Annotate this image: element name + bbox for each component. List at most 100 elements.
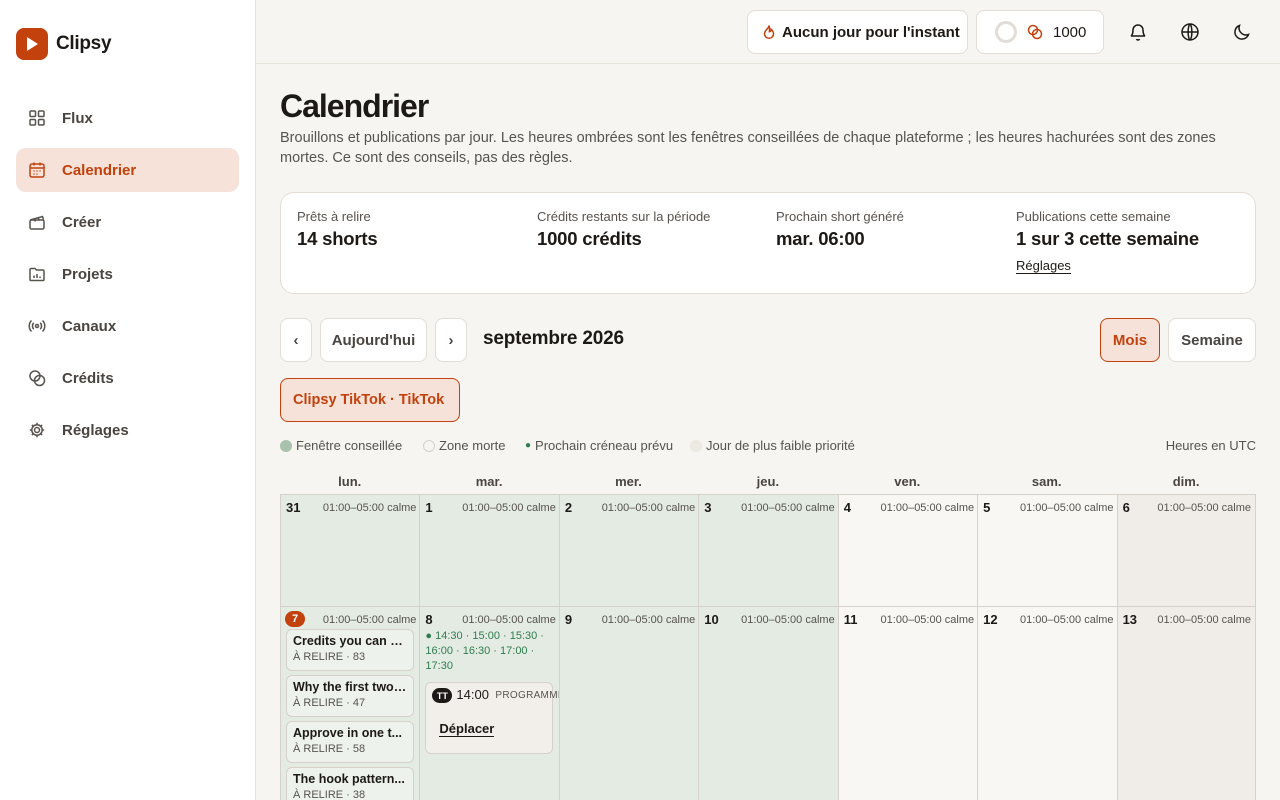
sidebar-item-label: Flux [62,109,93,127]
current-month-label: septembre 2026 [483,328,624,349]
view-month-button[interactable]: Mois [1100,318,1160,362]
stat-label: Prêts à relire [297,209,371,224]
calendar-day-cell[interactable]: 2 01:00–05:00 calme [558,495,700,607]
day-number: 2 [564,500,573,515]
day-number: 12 [983,612,998,627]
weekday-label: mar. [475,474,503,489]
prev-month-button[interactable]: ‹ [280,318,312,362]
scheduled-time: 14:00 [456,687,489,702]
tiktok-badge-icon: TT [432,688,453,703]
sidebar-item-flux[interactable]: Flux [16,96,239,140]
stat-label: Publications cette semaine [1016,209,1171,224]
today-button[interactable]: Aujourd'hui [320,318,427,362]
calm-hours-label: 01:00–05:00 calme [1157,502,1251,514]
gear-icon [29,422,45,438]
calendar-day-cell[interactable]: 9 01:00–05:00 calme [558,607,700,800]
sidebar-item-label: Crédits [62,369,114,387]
calendar-day-cell[interactable]: 11 01:00–05:00 calme [837,607,979,800]
calm-hours-label: 01:00–05:00 calme [1019,502,1114,514]
grid-icon [29,110,45,126]
day-number: 31 [286,500,301,515]
bell-icon [1130,24,1146,41]
language-button[interactable] [1178,20,1202,44]
globe-icon [1181,23,1199,41]
draft-card[interactable]: The hook pattern... À RELIRE · 38 [286,767,414,800]
coins-icon [1027,24,1043,40]
streak-button[interactable]: Aucun jour pour l'instant [747,10,968,54]
day-number: 8 [425,612,433,627]
next-month-button[interactable]: › [435,318,467,362]
weekday-label: sam. [1031,474,1062,489]
calm-hours-label: 01:00–05:00 calme [601,614,696,626]
calendar-day-cell[interactable]: 31 01:00–05:00 calme [280,495,421,607]
flame-icon [763,25,775,40]
legend-dead-zone: Zone morte [423,438,505,453]
sidebar-item-calendrier[interactable]: Calendrier [16,148,239,192]
day-number: 3 [704,500,712,515]
calendar-day-cell[interactable]: 12 01:00–05:00 calme [977,607,1118,800]
settings-link[interactable]: Réglages [1016,258,1071,274]
calendar-day-cell[interactable]: 7 01:00–05:00 calme Credits you can s... À … [280,607,421,800]
sidebar-item-creer[interactable]: Créer [16,200,239,244]
draft-meta: À RELIRE · 38 [293,789,366,800]
credits-value: 1000 [1053,23,1087,41]
stat-credits: Crédits restants sur la période 1000 cré… [537,209,710,250]
timezone-label: Heures en UTC [1166,438,1256,453]
stat-value: mar. 06:00 [776,228,865,249]
draft-title: Credits you can s... [293,634,407,648]
scheduled-post-card[interactable]: TT14:00 PROGRAMMÉE Déplacer [425,682,560,754]
stat-value: 14 shorts [297,228,378,249]
play-logo-icon [16,28,48,60]
sidebar-item-reglages[interactable]: Réglages [16,408,239,452]
draft-meta: À RELIRE · 47 [293,697,366,709]
moon-icon [1234,24,1250,40]
calendar-day-cell[interactable]: 8 01:00–05:00 calme ● 14:30 · 15:00 · 15:3… [419,607,560,800]
streak-label: Aucun jour pour l'instant [782,23,960,41]
view-week-button[interactable]: Semaine [1168,318,1256,362]
stat-ready: Prêts à relire 14 shorts [297,209,378,250]
draft-card[interactable]: Why the first two ... À RELIRE · 47 [286,675,414,717]
calendar-day-cell[interactable]: 3 01:00–05:00 calme [698,495,839,607]
draft-card[interactable]: Credits you can s... À RELIRE · 83 [286,629,414,671]
slot-dot-icon: ● [525,440,532,451]
calendar-day-cell[interactable]: 1 01:00–05:00 calme [419,495,560,607]
calendar-day-cell[interactable]: 5 01:00–05:00 calme [977,495,1118,607]
calendar-day-cell[interactable]: 10 01:00–05:00 calme [698,607,839,800]
sidebar-nav: Flux Calendrier Créer Projets Canaux Cré… [16,96,239,460]
calendar-day-cell[interactable]: 4 01:00–05:00 calme [837,495,979,607]
channel-filter-chip[interactable]: Clipsy TikTok · TikTok [280,378,460,422]
sidebar-item-credits[interactable]: Crédits [16,356,239,400]
suggested-slots[interactable]: ● 14:30 · 15:00 · 15:30 · 16:00 · 16:30 … [425,629,553,674]
draft-title: Approve in one t... [293,726,403,740]
move-button[interactable]: Déplacer [439,721,495,737]
draft-card[interactable]: Approve in one t... À RELIRE · 58 [286,721,414,763]
brand-name: Clipsy [56,33,112,54]
sidebar-item-label: Réglages [62,421,129,439]
legend-label: Heures en UTC [1165,438,1256,453]
sidebar-item-label: Calendrier [62,161,137,179]
notifications-button[interactable] [1126,20,1150,44]
legend-label: Fenêtre conseillée [296,438,403,453]
calm-hours-label: 01:00–05:00 calme [462,502,556,514]
sidebar: Clipsy Flux Calendrier Créer Projets Can… [0,0,256,800]
weekday-label: mer. [615,474,642,489]
month-grid: 31 01:00–05:00 calme 1 01:00–05:00 calme 2 01… [280,494,1256,800]
scheduled-status: PROGRAMMÉE [495,690,559,701]
sidebar-item-projets[interactable]: Projets [16,252,239,296]
brand[interactable]: Clipsy [16,28,112,60]
weekday-header: lun. mar. mer. jeu. ven. sam. dim. [280,474,1256,492]
calendar-day-cell[interactable]: 6 01:00–05:00 calme [1116,495,1256,607]
calendar-day-cell[interactable]: 13 01:00–05:00 calme [1116,607,1256,800]
day-number: 10 [704,612,719,627]
day-number: 9 [564,612,573,627]
page-title: Calendrier [280,88,429,124]
sidebar-item-canaux[interactable]: Canaux [16,304,239,348]
draft-title: Why the first two ... [293,680,407,694]
credits-balance-button[interactable]: 1000 [976,10,1104,54]
calm-hours-label: 01:00–05:00 calme [1019,614,1114,626]
hatched-dot-icon [423,439,435,452]
green-dot-icon [280,439,292,452]
theme-toggle-button[interactable] [1230,20,1254,44]
legend-next-slot: ● Prochain créneau prévu [525,438,673,453]
calm-hours-label: 01:00–05:00 calme [322,502,417,514]
